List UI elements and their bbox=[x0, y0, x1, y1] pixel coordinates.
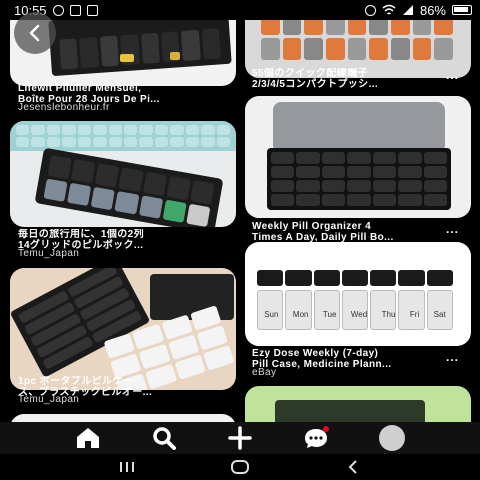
status-right: 86% bbox=[364, 2, 472, 18]
bottom-nav bbox=[0, 422, 480, 454]
back-icon bbox=[348, 460, 358, 474]
home-circle-icon bbox=[230, 460, 249, 474]
image-icon bbox=[86, 4, 98, 16]
pin-source[interactable]: eBay bbox=[252, 367, 276, 378]
battery-percent: 86% bbox=[419, 2, 446, 18]
recent-apps-button[interactable] bbox=[107, 457, 147, 477]
home-system-button[interactable] bbox=[220, 457, 260, 477]
notification-icon bbox=[52, 4, 64, 16]
avatar bbox=[379, 425, 405, 451]
more-options-button[interactable]: ... bbox=[446, 222, 459, 236]
pin-image-ezy-dose[interactable]: Sun Mon Tue Wed Thu Fri Sat bbox=[245, 242, 471, 346]
pin-title[interactable]: 55個のクイック配線端子 2/3/4/5コンパクトプッシ... bbox=[252, 68, 466, 90]
pin-source[interactable]: Temu_Japan bbox=[18, 394, 79, 405]
battery-icon bbox=[452, 5, 472, 15]
system-nav-bar bbox=[0, 454, 480, 480]
terminal-grid bbox=[261, 20, 453, 60]
pin-image-portable-pill-case[interactable] bbox=[10, 268, 236, 390]
search-icon bbox=[153, 427, 176, 450]
pin-title[interactable]: Weekly Pill Organizer 4 Times A Day, Dai… bbox=[252, 221, 444, 243]
pin-source[interactable]: Temu_Japan bbox=[18, 248, 79, 259]
pin-source[interactable]: Jesenslebonheur.fr bbox=[18, 102, 110, 113]
pin-feed: Lifewit Pilulier Mensuel, Boîte Pour 28 … bbox=[0, 20, 480, 422]
nav-profile[interactable] bbox=[376, 422, 408, 454]
alarm-icon bbox=[364, 4, 376, 16]
wifi-icon bbox=[382, 4, 396, 15]
back-button[interactable] bbox=[14, 12, 56, 54]
home-icon bbox=[77, 428, 99, 448]
pill-box bbox=[275, 400, 425, 422]
pin-image-next[interactable] bbox=[10, 414, 236, 422]
nav-create[interactable] bbox=[224, 422, 256, 454]
pill-lids bbox=[257, 270, 453, 286]
status-bar: 10:55 86% bbox=[0, 0, 480, 20]
plus-icon bbox=[228, 426, 252, 450]
recent-apps-icon bbox=[119, 462, 134, 472]
chat-bubble-icon bbox=[305, 426, 329, 448]
pin-image-travel-pill-box[interactable] bbox=[10, 121, 236, 227]
pin-image-green-case[interactable] bbox=[245, 386, 471, 422]
nav-messages[interactable] bbox=[300, 422, 332, 454]
pill-box-lid bbox=[273, 102, 445, 148]
chevron-left-icon bbox=[29, 24, 40, 42]
gallery-icon bbox=[69, 4, 81, 16]
weekday-labels: Sun Mon Tue Wed Thu Fri Sat bbox=[264, 310, 446, 319]
nav-home[interactable] bbox=[72, 422, 104, 454]
signal-icon bbox=[402, 5, 413, 15]
pin-title[interactable]: Ezy Dose Weekly (7-day) Pill Case, Medic… bbox=[252, 348, 444, 370]
pill-compartments bbox=[271, 152, 447, 206]
back-system-button[interactable] bbox=[333, 457, 373, 477]
more-options-button[interactable]: ... bbox=[446, 68, 459, 82]
more-options-button[interactable]: ... bbox=[446, 350, 459, 364]
pin-image-weekly-pill-organizer[interactable] bbox=[245, 96, 471, 218]
nav-search[interactable] bbox=[148, 422, 180, 454]
